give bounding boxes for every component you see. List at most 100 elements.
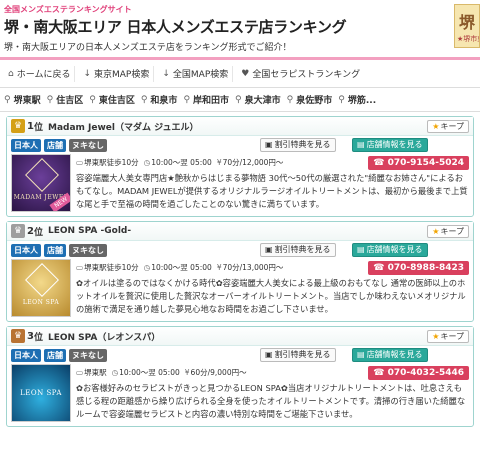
map-pin-icon: ⚲ <box>89 94 96 105</box>
hours: ◷10:00〜翌 05:00 <box>143 157 212 167</box>
tag-no-nuki: ヌキなし <box>69 348 107 362</box>
train-icon: ▭ <box>76 262 84 272</box>
clock-icon: ◷ <box>111 367 119 377</box>
map-pin-icon: ⚲ <box>4 94 11 105</box>
area-label: 和泉市 <box>150 96 178 106</box>
shop-card: ♛ 2位 LEON SPA -Gold- ★キープ 日本人 店舗 ヌキなし ▣ 割… <box>6 221 474 322</box>
nav-tokyo-map[interactable]: ↓ 東京MAP検索 <box>79 65 155 82</box>
phone-button[interactable]: ☎ 070-9154-5024 <box>368 156 469 170</box>
hours: ◷10:00〜翌 05:00 <box>111 367 180 377</box>
price: ¥70分/12,000円〜 <box>216 157 284 167</box>
shop-tags-row: 日本人 店舗 ヌキなし ▣ 割引特典を見る ▤ 店舗情報を見る <box>7 346 473 364</box>
nav-therapist-ranking[interactable]: ♥ 全国セラピストランキング <box>237 66 364 82</box>
station: ▭堺東駅 <box>76 367 107 377</box>
site-tagline: 全国メンズエステランキングサイト <box>4 5 132 14</box>
tag-japanese: 日本人 <box>11 348 41 362</box>
phone-button[interactable]: ☎ 070-4032-5446 <box>368 366 469 380</box>
keep-button[interactable]: ★キープ <box>427 330 469 343</box>
area-link-izumisano[interactable]: ⚲ 泉佐野市 <box>286 93 333 107</box>
nav-label: 東京MAP検索 <box>94 70 150 80</box>
coupon-icon: ▣ <box>265 350 273 359</box>
page-subtitle: 堺・南大阪エリアの日本人メンズエステ店をランキング形式でご紹介！ <box>4 43 292 53</box>
area-label: 堺東駅 <box>13 96 41 106</box>
map-pin-icon: ⚲ <box>338 94 345 105</box>
rank-badge: ♛ 2位 <box>11 224 43 238</box>
rank-badge: ♛ 1位 <box>11 119 43 133</box>
keep-button[interactable]: ★キープ <box>427 225 469 238</box>
hours: ◷10:00〜翌 05:00 <box>143 262 212 272</box>
shop-name-link[interactable]: LEON SPA -Gold- <box>48 226 131 236</box>
star-icon: ★ <box>432 332 440 341</box>
rank-badge: ♛ 3位 <box>11 329 43 343</box>
nav-national-map[interactable]: ↓ 全国MAP検索 <box>158 65 234 82</box>
map-pin-icon: ⚲ <box>140 94 148 105</box>
area-link-higashisumiyoshi[interactable]: ⚲ 東住吉区 <box>89 93 135 107</box>
coupon-label: 割引特典を見る <box>274 245 331 254</box>
shop-card: ♛ 3位 LEON SPA（レオンスパ） ★キープ 日本人 店舗 ヌキなし ▣ 割… <box>6 326 474 427</box>
area-link-izumi[interactable]: ⚲ 和泉市 <box>140 93 178 107</box>
crown-icon: ♛ <box>11 224 25 238</box>
phone-button[interactable]: ☎ 070-8988-8423 <box>368 261 469 275</box>
yen-icon: ¥ <box>216 157 222 167</box>
crown-icon: ♛ <box>11 329 25 343</box>
phone-icon: ☎ <box>373 158 388 168</box>
tag-no-nuki: ヌキなし <box>69 243 107 257</box>
area-label: 泉佐野市 <box>296 96 333 106</box>
shop-detail-button[interactable]: ▤ 店舗情報を見る <box>352 243 428 257</box>
shop-thumbnail[interactable]: LEON SPA <box>11 364 71 422</box>
detail-label: 店舗情報を見る <box>366 350 423 359</box>
shop-detail-button[interactable]: ▤ 店舗情報を見る <box>352 348 428 362</box>
coupon-button[interactable]: ▣ 割引特典を見る <box>260 243 336 257</box>
coupon-button[interactable]: ▣ 割引特典を見る <box>260 138 336 152</box>
area-link-kishiwada[interactable]: ⚲ 岸和田市 <box>183 93 230 107</box>
phone-icon: ☎ <box>373 368 388 378</box>
station: ▭堺東駅徒歩10分 <box>76 157 139 167</box>
map-pin-icon: ⚲ <box>286 94 294 105</box>
nav-label: 全国MAP検索 <box>172 70 229 80</box>
down-arrow-icon: ↓ <box>83 68 91 79</box>
store-icon: ▤ <box>357 245 365 254</box>
clock-icon: ◷ <box>143 157 151 167</box>
shop-thumbnail[interactable]: LEON SPA <box>11 259 71 317</box>
area-link-izumiotsu[interactable]: ⚲ 泉大津市 <box>235 93 281 107</box>
train-icon: ▭ <box>76 157 84 167</box>
coupon-button[interactable]: ▣ 割引特典を見る <box>260 348 336 362</box>
shop-detail-button[interactable]: ▤ 店舗情報を見る <box>352 138 428 152</box>
shop-thumbnail[interactable]: MADAM JEWEL NEW <box>11 154 71 212</box>
keep-label: キープ <box>440 332 464 341</box>
nav-home[interactable]: ⌂ ホームに戻る <box>4 65 76 82</box>
shop-card-header: ♛ 2位 LEON SPA -Gold- ★キープ <box>7 222 473 241</box>
star-icon: ★ <box>432 227 440 236</box>
area-link-sakaisuji[interactable]: ⚲ 堺筋... <box>338 93 377 107</box>
shop-description: ✿お客様好みのセラピストがきっと見つかるLEON SPA✿当店オリジナルトリート… <box>76 383 466 419</box>
site-logo[interactable]: 堺 ★堺市東 <box>454 4 480 48</box>
thumbnail-text: LEON SPA <box>20 389 62 397</box>
shop-card-header: ♛ 1位 Madam Jewel（マダム ジュエル） ★キープ <box>7 117 473 136</box>
area-label: 岸和田市 <box>193 96 230 106</box>
keep-button[interactable]: ★キープ <box>427 120 469 133</box>
coupon-icon: ▣ <box>265 245 273 254</box>
shop-description: ✿オイルは塗るのではなくかける時代✿容姿端麗大人美女による最上級のおもてなし 通… <box>76 278 466 314</box>
area-link-sumiyoshi[interactable]: ⚲ 住吉区 <box>47 93 84 107</box>
shop-name-link[interactable]: Madam Jewel（マダム ジュエル） <box>48 120 199 133</box>
shop-info: ▭堺東駅 ◷10:00〜翌 05:00 ¥60分/9,000円〜 ☎ 070-4… <box>71 364 469 422</box>
shop-card-body: LEON SPA ▭堺東駅徒歩10分 ◷10:00〜翌 05:00 ¥70分/1… <box>7 259 473 321</box>
rank-number: 3 <box>27 330 34 342</box>
shop-description: 容姿端麗大人美女専門店★艶秋からはじまる夢物語 30代〜50代の厳選された"綺麗… <box>76 173 468 209</box>
rank-number: 1 <box>27 120 34 132</box>
main-nav: ⌂ ホームに戻る ↓ 東京MAP検索 ↓ 全国MAP検索 ♥ 全国セラピストラン… <box>0 60 480 88</box>
store-icon: ▤ <box>357 350 365 359</box>
shop-info: ▭堺東駅徒歩10分 ◷10:00〜翌 05:00 ¥70分/12,000円〜 ☎… <box>71 154 469 212</box>
crown-icon: ♛ <box>11 119 25 133</box>
yen-icon: ¥ <box>216 262 222 272</box>
area-label: 堺筋... <box>347 96 377 106</box>
rank-number: 2 <box>27 225 34 237</box>
area-label: 東住吉区 <box>98 96 135 106</box>
shop-name-link[interactable]: LEON SPA（レオンスパ） <box>48 330 160 343</box>
area-link-sakaihigashi[interactable]: ⚲ 堺東駅 <box>4 93 41 107</box>
map-pin-icon: ⚲ <box>183 94 191 105</box>
logo-sub: ★堺市東 <box>457 35 479 43</box>
tag-japanese: 日本人 <box>11 243 41 257</box>
thumbnail-emblem <box>25 158 59 192</box>
tag-no-nuki: ヌキなし <box>69 138 107 152</box>
